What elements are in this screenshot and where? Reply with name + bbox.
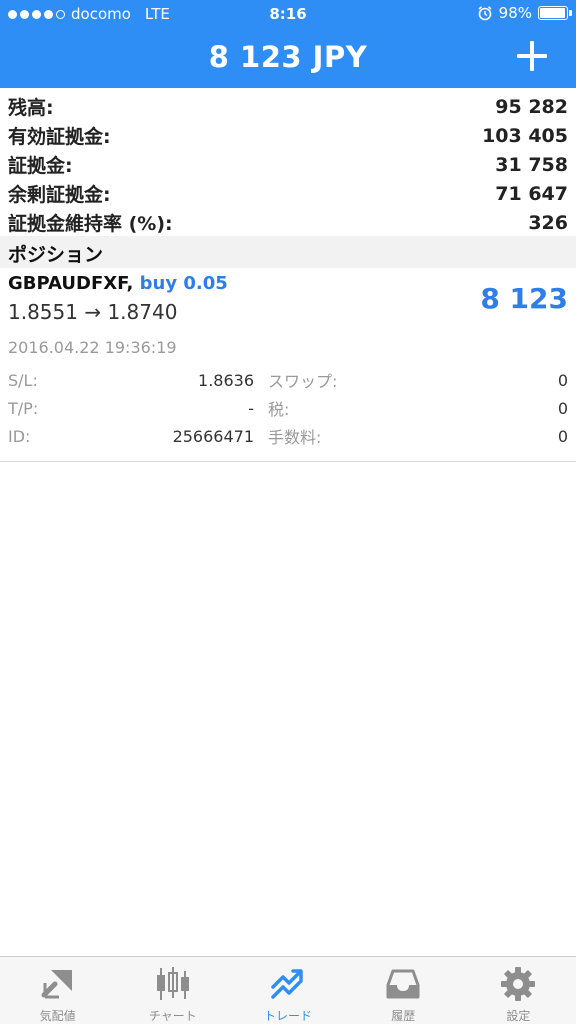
detail-value: 0 [557, 426, 568, 446]
detail-label: スワップ: [268, 372, 338, 391]
detail-label: T/P: [8, 398, 39, 418]
tab-label: 設定 [506, 1009, 531, 1023]
position-side: buy 0.05 [139, 273, 228, 294]
summary-label: 証拠金維持率 (%): [8, 213, 173, 235]
plus-icon[interactable] [514, 38, 550, 74]
summary-value: 31 758 [495, 153, 568, 176]
summary-row-equity: 有効証拠金: 103 405 [0, 121, 576, 150]
tab-history[interactable]: 履歴 [346, 957, 461, 1024]
detail-label: ID: [8, 426, 31, 446]
quotes-icon [41, 970, 72, 999]
trade-icon [271, 969, 303, 999]
detail-row: S/L: 1.8636 スワップ: 0 [8, 366, 568, 394]
summary-row-balance: 残高: 95 282 [0, 92, 576, 121]
alarm-icon [478, 6, 492, 21]
position-profit: 8 123 [480, 282, 568, 315]
tab-label: 履歴 [391, 1009, 416, 1023]
battery-percent: 98% [498, 4, 532, 22]
detail-value: 1.8636 [198, 370, 254, 390]
summary-label: 有効証拠金: [8, 126, 111, 148]
detail-row: ID: 25666471 手数料: 0 [8, 422, 568, 450]
tab-label: チャート [148, 1009, 197, 1023]
detail-value: 0 [557, 398, 568, 418]
candlestick-icon [156, 967, 189, 1000]
position-symbol: GBPAUDFXF, buy 0.05 [8, 273, 228, 294]
tab-bar: 気配値 チャート トレード 履歴 設定 [0, 956, 576, 1024]
summary-value: 71 647 [495, 182, 568, 205]
page-title: 8 123 JPY [208, 40, 368, 74]
summary-value: 95 282 [495, 95, 568, 118]
summary-label: 証拠金: [8, 155, 73, 177]
detail-label: 手数料: [268, 428, 322, 447]
detail-value: 0 [557, 370, 568, 390]
section-header-positions: ポジション [0, 236, 576, 268]
tab-chart[interactable]: チャート [115, 957, 230, 1024]
gear-icon [501, 967, 536, 1001]
detail-label: 税: [268, 400, 290, 419]
account-summary: 残高: 95 282 有効証拠金: 103 405 証拠金: 31 758 余剰… [0, 92, 576, 237]
summary-value: 103 405 [482, 124, 568, 147]
tab-trade[interactable]: トレード [230, 957, 345, 1024]
detail-value: - [248, 398, 254, 418]
detail-value: 25666471 [172, 426, 254, 446]
position-prices: 1.8551 → 1.8740 [8, 300, 178, 324]
tab-label: 気配値 [39, 1009, 76, 1023]
summary-row-free-margin: 余剰証拠金: 71 647 [0, 179, 576, 208]
tab-settings[interactable]: 設定 [461, 957, 576, 1024]
detail-row: T/P: - 税: 0 [8, 394, 568, 422]
summary-label: 余剰証拠金: [8, 184, 111, 206]
detail-label: S/L: [8, 370, 38, 390]
position-item[interactable]: GBPAUDFXF, buy 0.05 1.8551 → 1.8740 8 12… [0, 268, 576, 462]
summary-row-margin-level: 証拠金維持率 (%): 326 [0, 208, 576, 237]
position-datetime: 2016.04.22 19:36:19 [8, 338, 177, 357]
status-bar: docomo LTE 8:16 98% [0, 0, 576, 30]
tab-quotes[interactable]: 気配値 [0, 957, 115, 1024]
summary-value: 326 [528, 211, 568, 234]
summary-row-margin: 証拠金: 31 758 [0, 150, 576, 179]
history-tray-icon [386, 969, 420, 999]
battery-icon [538, 6, 572, 20]
summary-label: 残高: [8, 97, 54, 119]
tab-label: トレード [264, 1009, 313, 1023]
header-bar: docomo LTE 8:16 98% 8 123 JPY [0, 0, 576, 88]
position-details: S/L: 1.8636 スワップ: 0 T/P: - 税: 0 ID: 2566… [8, 366, 568, 450]
